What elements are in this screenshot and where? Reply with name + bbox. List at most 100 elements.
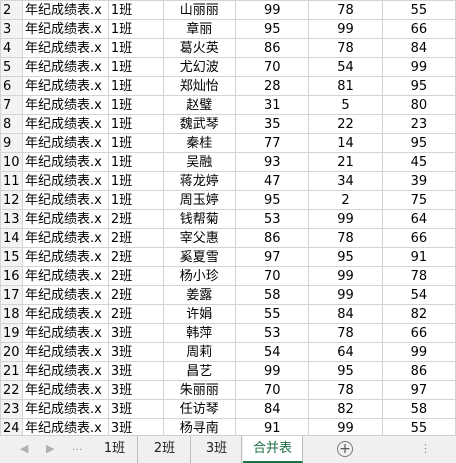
cell-score-2[interactable]: 5 — [308, 95, 383, 115]
sheet-tab-1[interactable]: 1班 — [92, 436, 138, 463]
cell-score-2[interactable]: 14 — [308, 133, 383, 153]
cell-score-1[interactable]: 77 — [235, 133, 310, 153]
cell-class[interactable]: 3班 — [107, 361, 164, 381]
cell-source[interactable]: 年纪成绩表.x — [21, 152, 109, 172]
row-header[interactable]: 13 — [0, 209, 23, 229]
cell-class[interactable]: 1班 — [107, 95, 164, 115]
cell-name[interactable]: 奚夏雪 — [162, 247, 237, 267]
row-header[interactable]: 15 — [0, 247, 23, 267]
cell-class[interactable]: 1班 — [107, 0, 164, 20]
cell-score-3[interactable]: 78 — [381, 266, 456, 286]
cell-score-2[interactable]: 95 — [308, 247, 383, 267]
cell-source[interactable]: 年纪成绩表.x — [21, 190, 109, 210]
row-header[interactable]: 22 — [0, 380, 23, 400]
cell-score-3[interactable]: 64 — [381, 209, 456, 229]
cell-name[interactable]: 宰父惠 — [162, 228, 237, 248]
row-header[interactable]: 6 — [0, 76, 23, 96]
cell-score-1[interactable]: 95 — [235, 190, 310, 210]
cell-name[interactable]: 朱丽丽 — [162, 380, 237, 400]
cell-score-3[interactable]: 66 — [381, 19, 456, 39]
cell-score-1[interactable]: 97 — [235, 247, 310, 267]
cell-score-1[interactable]: 55 — [235, 304, 310, 324]
cell-source[interactable]: 年纪成绩表.x — [21, 266, 109, 286]
row-header[interactable]: 7 — [0, 95, 23, 115]
cell-source[interactable]: 年纪成绩表.x — [21, 247, 109, 267]
cell-score-2[interactable]: 22 — [308, 114, 383, 134]
cell-class[interactable]: 2班 — [107, 304, 164, 324]
cell-score-1[interactable]: 53 — [235, 323, 310, 343]
cell-source[interactable]: 年纪成绩表.x — [21, 38, 109, 58]
row-header[interactable]: 10 — [0, 152, 23, 172]
row-header[interactable]: 9 — [0, 133, 23, 153]
cell-score-3[interactable]: 55 — [381, 418, 456, 435]
cell-name[interactable]: 任访琴 — [162, 399, 237, 419]
cell-source[interactable]: 年纪成绩表.x — [21, 114, 109, 134]
cell-class[interactable]: 1班 — [107, 133, 164, 153]
cell-class[interactable]: 2班 — [107, 285, 164, 305]
cell-name[interactable]: 周玉婷 — [162, 190, 237, 210]
spreadsheet-grid[interactable]: 2 年纪成绩表.x 1班 山丽丽 99 78 55 3 年纪成绩表.x 1班 章丽 95 99 66 4 年纪… — [0, 0, 456, 435]
cell-name[interactable]: 钱帮菊 — [162, 209, 237, 229]
row-header[interactable]: 19 — [0, 323, 23, 343]
cell-class[interactable]: 1班 — [107, 76, 164, 96]
cell-source[interactable]: 年纪成绩表.x — [21, 57, 109, 77]
cell-source[interactable]: 年纪成绩表.x — [21, 342, 109, 362]
cell-score-3[interactable]: 55 — [381, 0, 456, 20]
cell-score-2[interactable]: 78 — [308, 323, 383, 343]
cell-score-3[interactable]: 99 — [381, 57, 456, 77]
cell-score-1[interactable]: 31 — [235, 95, 310, 115]
cell-name[interactable]: 郑灿怡 — [162, 76, 237, 96]
cell-name[interactable]: 周莉 — [162, 342, 237, 362]
cell-name[interactable]: 赵璧 — [162, 95, 237, 115]
cell-score-2[interactable]: 99 — [308, 19, 383, 39]
cell-name[interactable]: 许娟 — [162, 304, 237, 324]
cell-score-1[interactable]: 86 — [235, 228, 310, 248]
cell-score-1[interactable]: 86 — [235, 38, 310, 58]
cell-score-3[interactable]: 66 — [381, 323, 456, 343]
cell-source[interactable]: 年纪成绩表.x — [21, 304, 109, 324]
cell-source[interactable]: 年纪成绩表.x — [21, 19, 109, 39]
cell-score-1[interactable]: 91 — [235, 418, 310, 435]
cell-source[interactable]: 年纪成绩表.x — [21, 228, 109, 248]
cell-class[interactable]: 1班 — [107, 114, 164, 134]
cell-class[interactable]: 1班 — [107, 19, 164, 39]
cell-source[interactable]: 年纪成绩表.x — [21, 361, 109, 381]
cell-score-1[interactable]: 99 — [235, 361, 310, 381]
cell-source[interactable]: 年纪成绩表.x — [21, 171, 109, 191]
cell-score-3[interactable]: 66 — [381, 228, 456, 248]
row-header[interactable]: 18 — [0, 304, 23, 324]
cell-class[interactable]: 2班 — [107, 247, 164, 267]
row-header[interactable]: 12 — [0, 190, 23, 210]
cell-score-1[interactable]: 53 — [235, 209, 310, 229]
cell-source[interactable]: 年纪成绩表.x — [21, 399, 109, 419]
cell-score-2[interactable]: 78 — [308, 380, 383, 400]
more-tabs-icon[interactable]: ... — [72, 440, 83, 453]
cell-score-3[interactable]: 58 — [381, 399, 456, 419]
cell-score-2[interactable]: 99 — [308, 209, 383, 229]
row-header[interactable]: 16 — [0, 266, 23, 286]
cell-class[interactable]: 2班 — [107, 228, 164, 248]
cell-score-1[interactable]: 95 — [235, 19, 310, 39]
cell-class[interactable]: 3班 — [107, 399, 164, 419]
cell-score-2[interactable]: 78 — [308, 0, 383, 20]
cell-score-3[interactable]: 86 — [381, 361, 456, 381]
row-header[interactable]: 11 — [0, 171, 23, 191]
cell-score-1[interactable]: 70 — [235, 380, 310, 400]
cell-score-3[interactable]: 80 — [381, 95, 456, 115]
cell-class[interactable]: 1班 — [107, 190, 164, 210]
cell-score-3[interactable]: 82 — [381, 304, 456, 324]
row-header[interactable]: 3 — [0, 19, 23, 39]
cell-name[interactable]: 葛火英 — [162, 38, 237, 58]
cell-name[interactable]: 姜露 — [162, 285, 237, 305]
cell-name[interactable]: 章丽 — [162, 19, 237, 39]
row-header[interactable]: 5 — [0, 57, 23, 77]
cell-class[interactable]: 1班 — [107, 152, 164, 172]
row-header[interactable]: 8 — [0, 114, 23, 134]
cell-score-3[interactable]: 75 — [381, 190, 456, 210]
cell-name[interactable]: 杨寻南 — [162, 418, 237, 435]
cell-class[interactable]: 1班 — [107, 171, 164, 191]
cell-score-2[interactable]: 21 — [308, 152, 383, 172]
triangle-left-icon[interactable]: ◀ — [20, 442, 28, 455]
row-header[interactable]: 23 — [0, 399, 23, 419]
cell-score-1[interactable]: 84 — [235, 399, 310, 419]
